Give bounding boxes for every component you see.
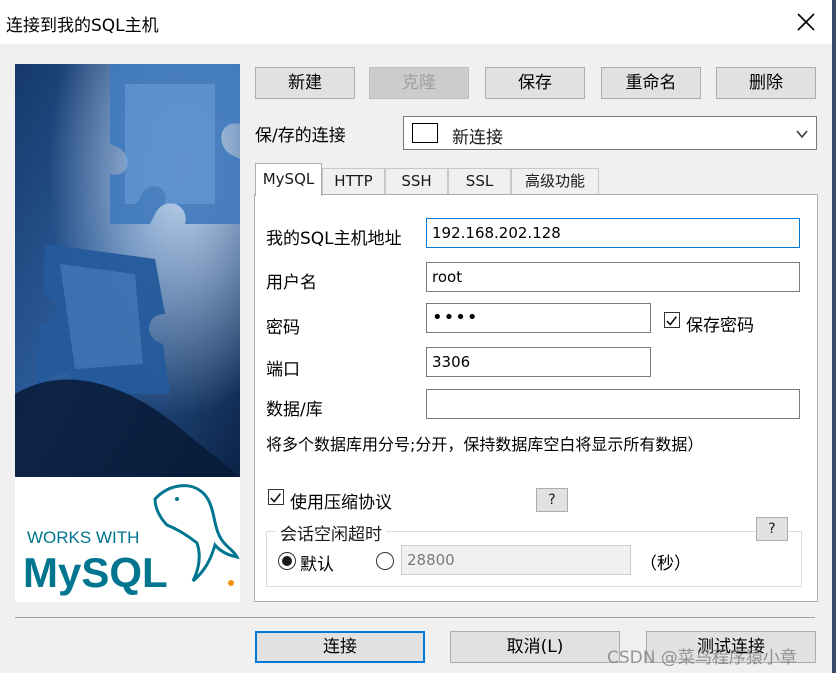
color-swatch: [412, 123, 438, 143]
timeout-default-label: 默认: [300, 555, 334, 575]
timeout-help-button[interactable]: ?: [756, 517, 788, 541]
host-label: 我的SQL主机地址: [266, 229, 402, 249]
tab-http[interactable]: HTTP: [322, 168, 385, 194]
watermark-text: CSDN @菜鸟程序猿小章: [607, 648, 797, 668]
compression-help-button[interactable]: ?: [536, 488, 568, 512]
host-input[interactable]: 192.168.202.128: [426, 218, 800, 248]
new-button[interactable]: 新建: [255, 67, 355, 99]
delete-button[interactable]: 删除: [716, 67, 816, 99]
radio-selected-dot: [282, 556, 292, 566]
compression-label: 使用压缩协议: [290, 493, 392, 513]
rename-button[interactable]: 重命名: [601, 67, 701, 99]
timeout-default-radio[interactable]: [278, 552, 296, 570]
side-banner: WORKS WITH MySQL: [15, 64, 240, 602]
save-password-label: 保存密码: [686, 316, 754, 336]
clone-button[interactable]: 克隆: [369, 67, 469, 99]
compression-checkbox[interactable]: [268, 489, 284, 505]
chevron-down-icon: [796, 130, 808, 139]
database-hint: 将多个数据库用分号;分开，保持数据库空白将显示所有数据）: [266, 435, 704, 454]
password-input[interactable]: ••••: [426, 303, 651, 333]
logo-text-top: WORKS WITH: [27, 528, 139, 547]
username-label: 用户名: [266, 273, 317, 293]
works-with-mysql-logo: WORKS WITH MySQL: [23, 484, 240, 596]
window-title: 连接到我的SQL主机: [6, 16, 159, 36]
cancel-button[interactable]: 取消(L): [450, 631, 620, 663]
database-input[interactable]: [426, 389, 800, 419]
save-button[interactable]: 保存: [485, 67, 585, 99]
save-password-checkbox[interactable]: [664, 312, 680, 328]
timeout-value-input[interactable]: 28800: [401, 545, 631, 575]
close-icon[interactable]: [790, 6, 822, 38]
saved-connections-dropdown[interactable]: 新连接: [403, 116, 817, 150]
session-timeout-title: 会话空闲超时: [276, 520, 386, 545]
password-label: 密码: [266, 318, 300, 338]
connect-button[interactable]: 连接: [255, 631, 425, 663]
dialog-window: 连接到我的SQL主机 WORKS WITH MySQL 新建 克隆 保存 重命名…: [0, 0, 836, 673]
timeout-custom-radio[interactable]: [376, 552, 394, 570]
timeout-unit-label: （秒）: [640, 554, 691, 574]
tab-ssh[interactable]: SSH: [385, 168, 448, 194]
footer-separator: [15, 617, 815, 618]
port-input[interactable]: 3306: [426, 347, 651, 377]
saved-connections-label: 保/存的连接: [255, 126, 346, 146]
checkmark-icon: [666, 316, 677, 326]
port-label: 端口: [266, 360, 300, 380]
title-bar: 连接到我的SQL主机: [0, 0, 836, 44]
tab-mysql[interactable]: MySQL: [255, 163, 322, 196]
checkmark-icon: [270, 493, 281, 503]
puzzle-image: [15, 64, 240, 477]
logo-text-bottom: MySQL: [23, 549, 168, 596]
tab-ssl[interactable]: SSL: [448, 168, 511, 194]
username-input[interactable]: root: [426, 262, 800, 292]
database-label: 数据/库: [266, 400, 323, 420]
saved-connections-value: 新连接: [452, 128, 503, 148]
tab-advanced[interactable]: 高级功能: [511, 168, 599, 194]
window-edge: [832, 0, 836, 673]
